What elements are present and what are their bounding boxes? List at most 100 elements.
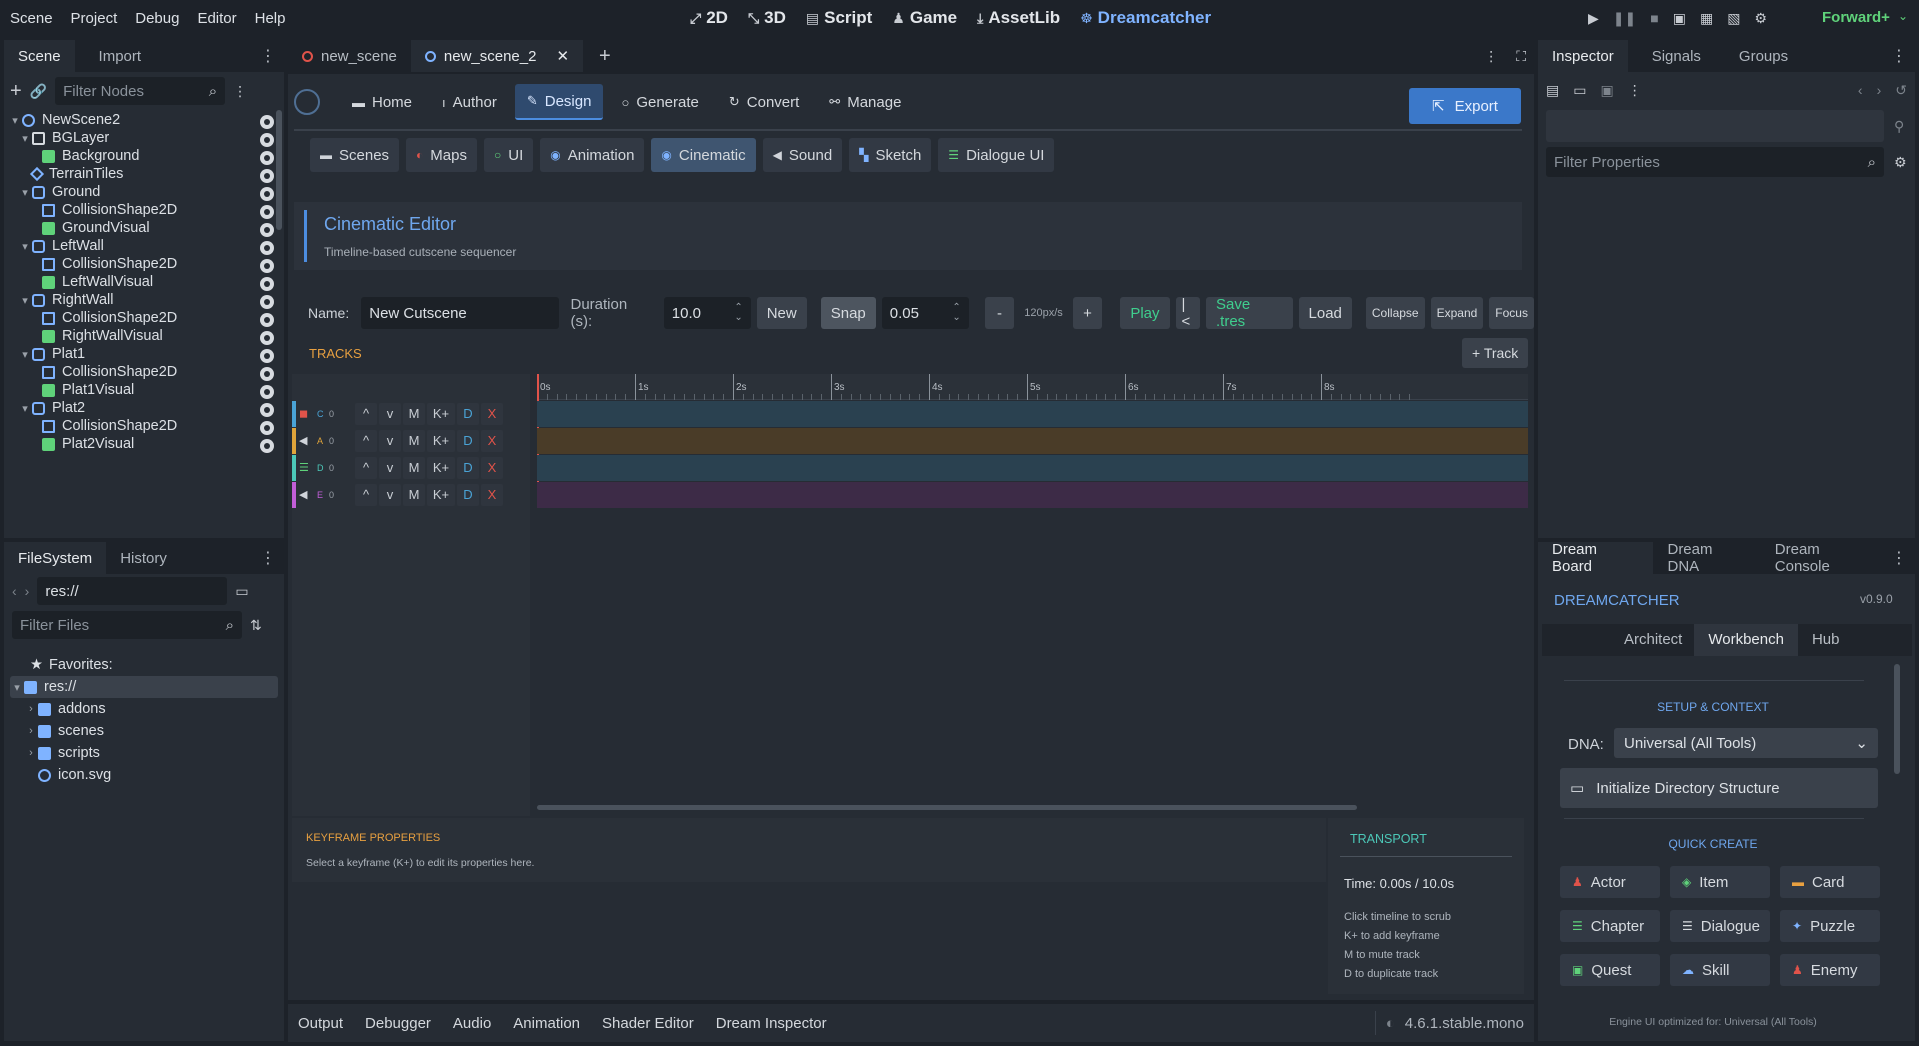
sub-tab-scenes[interactable]: ▬ Scenes	[310, 138, 400, 172]
mute-button[interactable]: M	[403, 456, 425, 479]
move-up-button[interactable]: ^	[355, 456, 377, 479]
load-button[interactable]: Load	[1298, 297, 1352, 329]
workspace-script[interactable]: ▤ Script	[796, 8, 882, 28]
tab-signals[interactable]: Signals	[1628, 40, 1715, 72]
workspace-assetlib[interactable]: ⤓ AssetLib	[967, 8, 1070, 28]
save-tres-button[interactable]: Save .tres	[1205, 296, 1293, 330]
visibility-eye-icon[interactable]	[260, 385, 274, 399]
horizontal-scrollbar[interactable]	[537, 805, 1357, 810]
play-scene-icon[interactable]: ▦	[1700, 10, 1713, 27]
move-up-button[interactable]: ^	[355, 402, 377, 425]
visibility-eye-icon[interactable]	[260, 331, 274, 345]
quick-create-puzzle[interactable]: ✦ Puzzle	[1780, 910, 1880, 942]
scene-tree-node[interactable]: Plat2Visual	[4, 435, 284, 453]
movie-maker-icon[interactable]: ⚙	[1754, 10, 1767, 27]
add-keyframe-button[interactable]: K+	[427, 456, 455, 479]
scene-tree-node[interactable]: RightWallVisual	[4, 327, 284, 345]
filter-nodes-input[interactable]: Filter Nodes ⌕	[55, 77, 226, 105]
export-button[interactable]: ⇱ Export	[1409, 88, 1521, 124]
sub-tab-animation[interactable]: ◉ Animation	[540, 138, 645, 172]
snap-toggle[interactable]: Snap	[820, 297, 876, 329]
chevron-right-icon[interactable]: ›	[24, 725, 38, 737]
filter-properties-input[interactable]: Filter Properties ⌕	[1546, 147, 1884, 177]
visibility-eye-icon[interactable]	[260, 277, 274, 291]
scene-tree-node[interactable]: ▾ NewScene2	[4, 111, 284, 129]
scrollbar[interactable]	[276, 110, 282, 230]
more-icon[interactable]: ⋮	[1891, 46, 1915, 66]
sub-tab-sketch[interactable]: ▚ Sketch	[849, 138, 932, 172]
rewind-button[interactable]: |<	[1175, 296, 1200, 330]
add-node-icon[interactable]: +	[10, 80, 22, 103]
close-icon[interactable]: ✕	[556, 47, 569, 65]
workspace-dreamcatcher[interactable]: ☸ Dreamcatcher	[1070, 8, 1221, 28]
scene-tree-node[interactable]: ▾ LeftWall	[4, 237, 284, 255]
scrollbar[interactable]	[1894, 664, 1900, 774]
chevron-right-icon[interactable]: ›	[24, 747, 38, 759]
scene-tree-node[interactable]: TerrainTiles	[4, 165, 284, 183]
mute-button[interactable]: M	[403, 429, 425, 452]
track-header-row[interactable]: ☰ D 0 ^ v M K+ D X	[292, 454, 530, 481]
zoom-out-button[interactable]: -	[984, 297, 1015, 329]
quick-create-dialogue[interactable]: ☰ Dialogue	[1670, 910, 1770, 942]
quick-create-quest[interactable]: ▣ Quest	[1560, 954, 1660, 986]
chevron-down-icon[interactable]: ▾	[18, 132, 32, 145]
chevron-down-icon[interactable]: ▾	[18, 240, 32, 253]
history-forward-icon[interactable]: ›	[1877, 82, 1882, 98]
inspector-settings-icon[interactable]: ⚙	[1894, 154, 1907, 171]
move-up-button[interactable]: ^	[355, 483, 377, 506]
play-icon[interactable]: ▶	[1588, 10, 1599, 27]
main-tab-design[interactable]: ✎ Design	[514, 84, 604, 120]
chevron-right-icon[interactable]: ›	[24, 703, 38, 715]
file-item[interactable]: › addons	[10, 698, 278, 720]
visibility-eye-icon[interactable]	[260, 439, 274, 453]
duplicate-track-button[interactable]: D	[457, 483, 479, 506]
new-resource-icon[interactable]: ▤	[1546, 82, 1559, 99]
visibility-eye-icon[interactable]	[260, 259, 274, 273]
scene-tab-new-scene-2[interactable]: new_scene_2 ✕	[410, 40, 584, 72]
tab-scene[interactable]: Scene	[4, 40, 75, 72]
path-input[interactable]: res://	[37, 577, 228, 605]
quick-create-item[interactable]: ◈ Item	[1670, 866, 1770, 898]
move-up-button[interactable]: ^	[355, 429, 377, 452]
track-lane[interactable]	[537, 401, 1528, 427]
visibility-eye-icon[interactable]	[260, 151, 274, 165]
forward-icon[interactable]: ›	[25, 583, 30, 599]
scene-tree-node[interactable]: Background	[4, 147, 284, 165]
visibility-eye-icon[interactable]	[260, 205, 274, 219]
tab-filesystem[interactable]: FileSystem	[4, 542, 107, 574]
sub-tab-sound[interactable]: ◀ Sound	[762, 138, 843, 172]
visibility-eye-icon[interactable]	[260, 169, 274, 183]
timeline-ruler[interactable]: 0s 1s 2s 3s 4s 5s 6s 7s 8s	[537, 374, 1528, 400]
move-down-button[interactable]: v	[379, 483, 401, 506]
remote-debug-icon[interactable]: ▣	[1673, 10, 1686, 27]
res-root-row[interactable]: ▾ res://	[10, 676, 278, 698]
scene-tab-new-scene[interactable]: new_scene	[288, 40, 411, 72]
quick-create-card[interactable]: ▬ Card	[1780, 866, 1880, 898]
dna-select[interactable]: Universal (All Tools) ⌄	[1614, 728, 1878, 758]
visibility-eye-icon[interactable]	[260, 421, 274, 435]
workspace-2d[interactable]: ⤢ 2D	[680, 8, 738, 28]
file-item[interactable]: › scripts	[10, 742, 278, 764]
menu-scene[interactable]: Scene	[1, 10, 62, 27]
menu-project[interactable]: Project	[62, 10, 127, 27]
more-icon[interactable]: ⋮	[1891, 548, 1915, 568]
visibility-eye-icon[interactable]	[260, 403, 274, 417]
more-icon[interactable]: ⋮	[1484, 48, 1498, 65]
delete-track-button[interactable]: X	[481, 429, 503, 452]
visibility-eye-icon[interactable]	[260, 241, 274, 255]
sort-icon[interactable]: ⇅	[250, 617, 262, 634]
split-view-icon[interactable]: ▭	[235, 583, 248, 600]
filter-files-input[interactable]: Filter Files ⌕	[12, 611, 242, 639]
duration-spinbox[interactable]: 10.0 ⌃ ⌄	[663, 297, 751, 329]
history-back-icon[interactable]: ‹	[1858, 82, 1863, 98]
renderer-select[interactable]: Forward+	[1822, 9, 1890, 26]
new-cutscene-button[interactable]: New	[756, 297, 807, 329]
cutscene-name-input[interactable]: New Cutscene	[361, 297, 559, 329]
delete-track-button[interactable]: X	[481, 402, 503, 425]
tab-history[interactable]: History	[106, 542, 181, 574]
move-down-button[interactable]: v	[379, 429, 401, 452]
focus-button[interactable]: Focus	[1489, 297, 1534, 329]
visibility-eye-icon[interactable]	[260, 133, 274, 147]
scene-tree-node[interactable]: CollisionShape2D	[4, 201, 284, 219]
add-track-button[interactable]: + Track	[1462, 338, 1529, 368]
